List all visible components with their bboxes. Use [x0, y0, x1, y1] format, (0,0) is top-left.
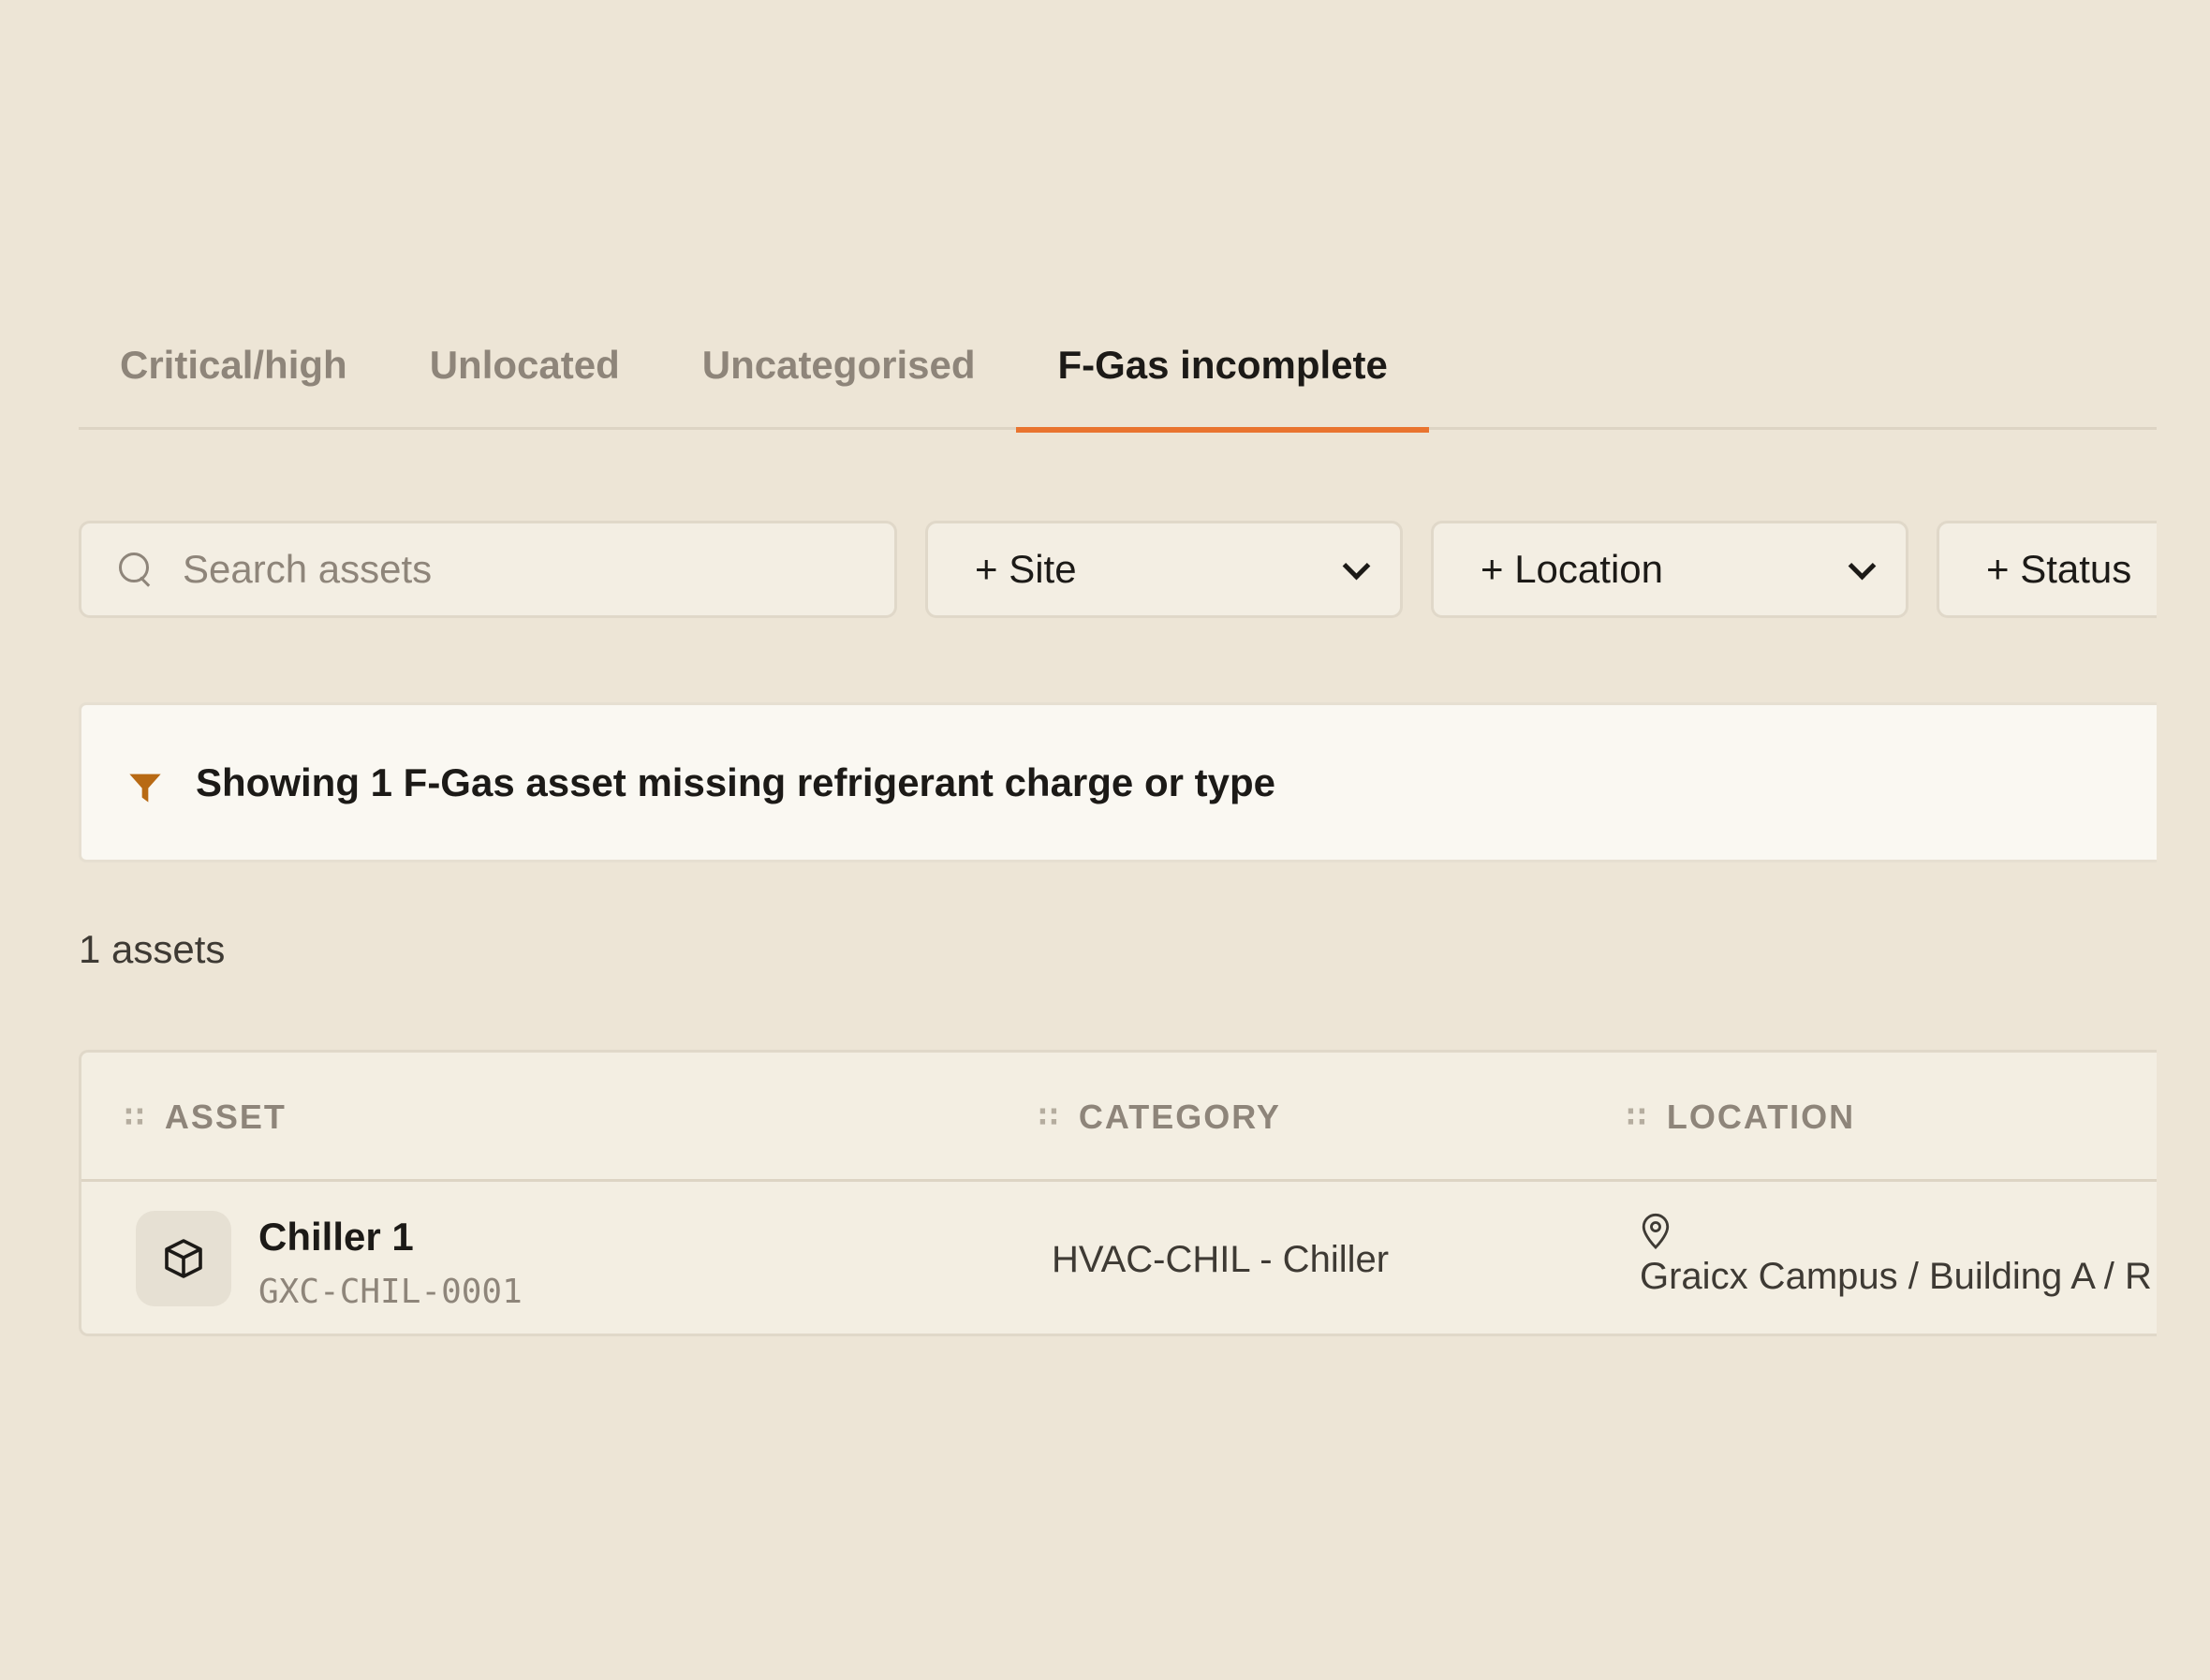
- drag-handle-icon[interactable]: ∷: [125, 1101, 144, 1134]
- column-header-label: LOCATION: [1666, 1098, 1856, 1136]
- location-filter-select[interactable]: + Location: [1431, 521, 1908, 618]
- status-filter-select[interactable]: + Status: [1937, 521, 2157, 618]
- search-icon: [117, 551, 155, 588]
- location-filter-label: + Location: [1481, 547, 1663, 591]
- drag-handle-icon[interactable]: ∷: [1039, 1101, 1058, 1134]
- search-input[interactable]: [183, 547, 894, 592]
- table-header: ∷ ASSET ∷ CATEGORY ∷ LOCATION: [81, 1053, 2157, 1182]
- column-header-label: ASSET: [164, 1098, 287, 1136]
- main-content: Critical/high Unlocated Uncategorised F-…: [79, 0, 2157, 1680]
- table-row[interactable]: Chiller 1 GXC-CHIL-0001 HVAC-CHIL - Chil…: [81, 1182, 2157, 1334]
- asset-name[interactable]: Chiller 1: [258, 1215, 414, 1260]
- asset-count: 1 assets: [79, 927, 226, 971]
- tab-unlocated[interactable]: Unlocated: [389, 298, 661, 430]
- column-header-asset[interactable]: ∷ ASSET: [125, 1098, 287, 1137]
- funnel-icon: [129, 774, 161, 803]
- chevron-down-icon: [1342, 556, 1368, 582]
- filter-banner: Showing 1 F-Gas asset missing refrigeran…: [79, 702, 2157, 862]
- drag-handle-icon[interactable]: ∷: [1627, 1101, 1646, 1134]
- cube-icon: [136, 1211, 231, 1306]
- page: Critical/high Unlocated Uncategorised F-…: [0, 0, 2210, 1680]
- asset-category: HVAC-CHIL - Chiller: [1052, 1239, 1390, 1280]
- status-filter-label: + Status: [1986, 547, 2132, 591]
- map-pin-icon: [1642, 1213, 1670, 1250]
- search-box[interactable]: [79, 521, 897, 618]
- column-header-location[interactable]: ∷ LOCATION: [1627, 1098, 1855, 1137]
- tab-fgas-incomplete[interactable]: F-Gas incomplete: [1016, 298, 1430, 433]
- asset-code: GXC-CHIL-0001: [258, 1273, 523, 1311]
- tab-critical-high[interactable]: Critical/high: [79, 298, 389, 430]
- tab-bar: Critical/high Unlocated Uncategorised F-…: [79, 298, 2157, 433]
- filter-bar: + Site + Location + Status: [79, 521, 2157, 618]
- assets-table: ∷ ASSET ∷ CATEGORY ∷ LOCATION Chiller 1 …: [79, 1050, 2157, 1336]
- site-filter-select[interactable]: + Site: [925, 521, 1403, 618]
- asset-location: Graicx Campus / Building A / R: [1640, 1256, 2152, 1297]
- tab-uncategorised[interactable]: Uncategorised: [661, 298, 1017, 430]
- site-filter-label: + Site: [975, 547, 1077, 591]
- column-header-category[interactable]: ∷ CATEGORY: [1039, 1098, 1281, 1137]
- column-header-label: CATEGORY: [1078, 1098, 1281, 1136]
- chevron-down-icon: [1848, 556, 1874, 582]
- banner-text: Showing 1 F-Gas asset missing refrigeran…: [196, 759, 1275, 804]
